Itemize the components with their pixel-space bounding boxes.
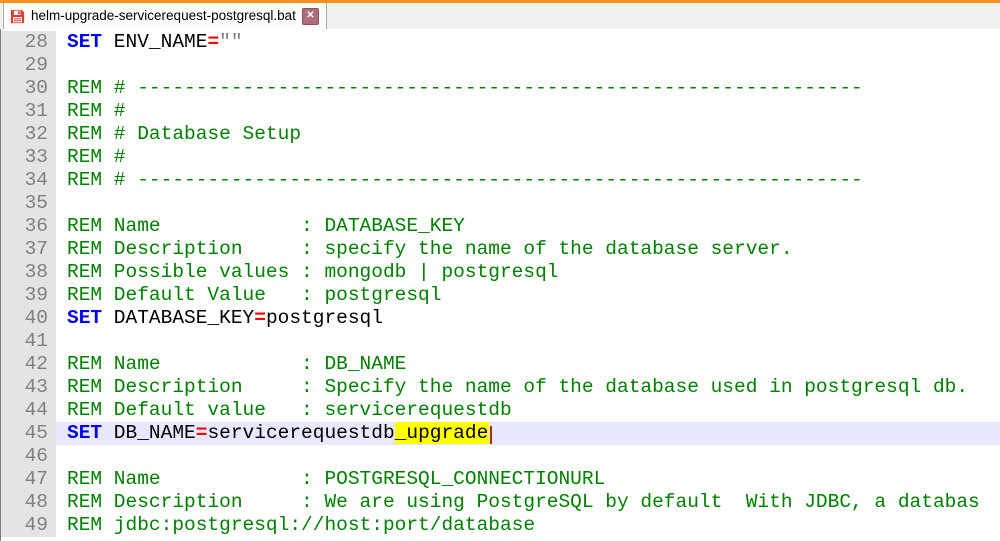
line-number[interactable]: 38	[1, 261, 56, 284]
code-text: REM Description : specify the name of th…	[56, 238, 1000, 261]
code-text	[56, 192, 1000, 215]
code-text: REM Possible values : mongodb | postgres…	[56, 261, 1000, 284]
code-line-45[interactable]: 45SET DB_NAME=servicerequestdb_upgrade	[1, 422, 1000, 445]
line-number[interactable]: 34	[1, 169, 56, 192]
code-text: REM Name : DB_NAME	[56, 353, 1000, 376]
line-number[interactable]: 37	[1, 238, 56, 261]
code-line-46[interactable]: 46	[1, 445, 1000, 468]
code-line-30[interactable]: 30REM # --------------------------------…	[1, 77, 1000, 100]
code-text: REM #	[56, 100, 1000, 123]
code-lines-container: 28SET ENV_NAME=""2930REM # -------------…	[1, 31, 1000, 537]
line-number[interactable]: 46	[1, 445, 56, 468]
code-line-38[interactable]: 38REM Possible values : mongodb | postgr…	[1, 261, 1000, 284]
line-number[interactable]: 40	[1, 307, 56, 330]
code-line-31[interactable]: 31REM #	[1, 100, 1000, 123]
line-number[interactable]: 35	[1, 192, 56, 215]
unsaved-changes-floppy-icon	[10, 9, 25, 24]
code-line-34[interactable]: 34REM # --------------------------------…	[1, 169, 1000, 192]
text-caret	[490, 426, 492, 444]
code-text: REM Default Value : postgresql	[56, 284, 1000, 307]
tab-close-icon[interactable]: ✕	[302, 8, 319, 25]
code-text	[56, 330, 1000, 353]
code-line-44[interactable]: 44REM Default value : servicerequestdb	[1, 399, 1000, 422]
code-line-32[interactable]: 32REM # Database Setup	[1, 123, 1000, 146]
code-text: REM # Database Setup	[56, 123, 1000, 146]
line-number[interactable]: 30	[1, 77, 56, 100]
code-text: REM # ----------------------------------…	[56, 77, 1000, 100]
code-text: SET DB_NAME=servicerequestdb_upgrade	[56, 422, 1000, 445]
code-line-49[interactable]: 49REM jdbc:postgresql://host:port/databa…	[1, 514, 1000, 537]
code-text	[56, 445, 1000, 468]
code-text: SET DATABASE_KEY=postgresql	[56, 307, 1000, 330]
line-number[interactable]: 49	[1, 514, 56, 537]
line-number[interactable]: 29	[1, 54, 56, 77]
code-text: REM Description : Specify the name of th…	[56, 376, 1000, 399]
code-line-28[interactable]: 28SET ENV_NAME=""	[1, 31, 1000, 54]
line-number[interactable]: 33	[1, 146, 56, 169]
tab-bar: helm-upgrade-servicerequest-postgresql.b…	[0, 3, 1000, 30]
code-line-48[interactable]: 48REM Description : We are using Postgre…	[1, 491, 1000, 514]
line-number[interactable]: 48	[1, 491, 56, 514]
code-text: REM Default value : servicerequestdb	[56, 399, 1000, 422]
code-line-40[interactable]: 40SET DATABASE_KEY=postgresql	[1, 307, 1000, 330]
tab-title: helm-upgrade-servicerequest-postgresql.b…	[31, 8, 296, 23]
code-line-35[interactable]: 35	[1, 192, 1000, 215]
line-number[interactable]: 36	[1, 215, 56, 238]
line-number[interactable]: 47	[1, 468, 56, 491]
code-line-47[interactable]: 47REM Name : POSTGRESQL_CONNECTIONURL	[1, 468, 1000, 491]
code-text: REM Name : POSTGRESQL_CONNECTIONURL	[56, 468, 1000, 491]
line-number[interactable]: 44	[1, 399, 56, 422]
code-line-43[interactable]: 43REM Description : Specify the name of …	[1, 376, 1000, 399]
line-number[interactable]: 32	[1, 123, 56, 146]
code-line-36[interactable]: 36REM Name : DATABASE_KEY	[1, 215, 1000, 238]
line-number[interactable]: 28	[1, 31, 56, 54]
line-number[interactable]: 31	[1, 100, 56, 123]
code-editor[interactable]: 28SET ENV_NAME=""2930REM # -------------…	[0, 29, 1000, 541]
code-text: REM #	[56, 146, 1000, 169]
code-text: SET ENV_NAME=""	[56, 31, 1000, 54]
code-text: REM # ----------------------------------…	[56, 169, 1000, 192]
tab-helm-upgrade-servicerequest-postgresql[interactable]: helm-upgrade-servicerequest-postgresql.b…	[3, 3, 327, 29]
line-number[interactable]: 41	[1, 330, 56, 353]
line-number[interactable]: 39	[1, 284, 56, 307]
code-line-37[interactable]: 37REM Description : specify the name of …	[1, 238, 1000, 261]
line-number[interactable]: 43	[1, 376, 56, 399]
line-number[interactable]: 45	[1, 422, 56, 445]
code-line-33[interactable]: 33REM #	[1, 146, 1000, 169]
line-number[interactable]: 42	[1, 353, 56, 376]
code-text: REM jdbc:postgresql://host:port/database	[56, 514, 1000, 537]
code-line-39[interactable]: 39REM Default Value : postgresql	[1, 284, 1000, 307]
code-text: REM Description : We are using PostgreSQ…	[56, 491, 1000, 514]
code-text: REM Name : DATABASE_KEY	[56, 215, 1000, 238]
code-text	[56, 54, 1000, 77]
code-line-41[interactable]: 41	[1, 330, 1000, 353]
code-line-29[interactable]: 29	[1, 54, 1000, 77]
code-line-42[interactable]: 42REM Name : DB_NAME	[1, 353, 1000, 376]
